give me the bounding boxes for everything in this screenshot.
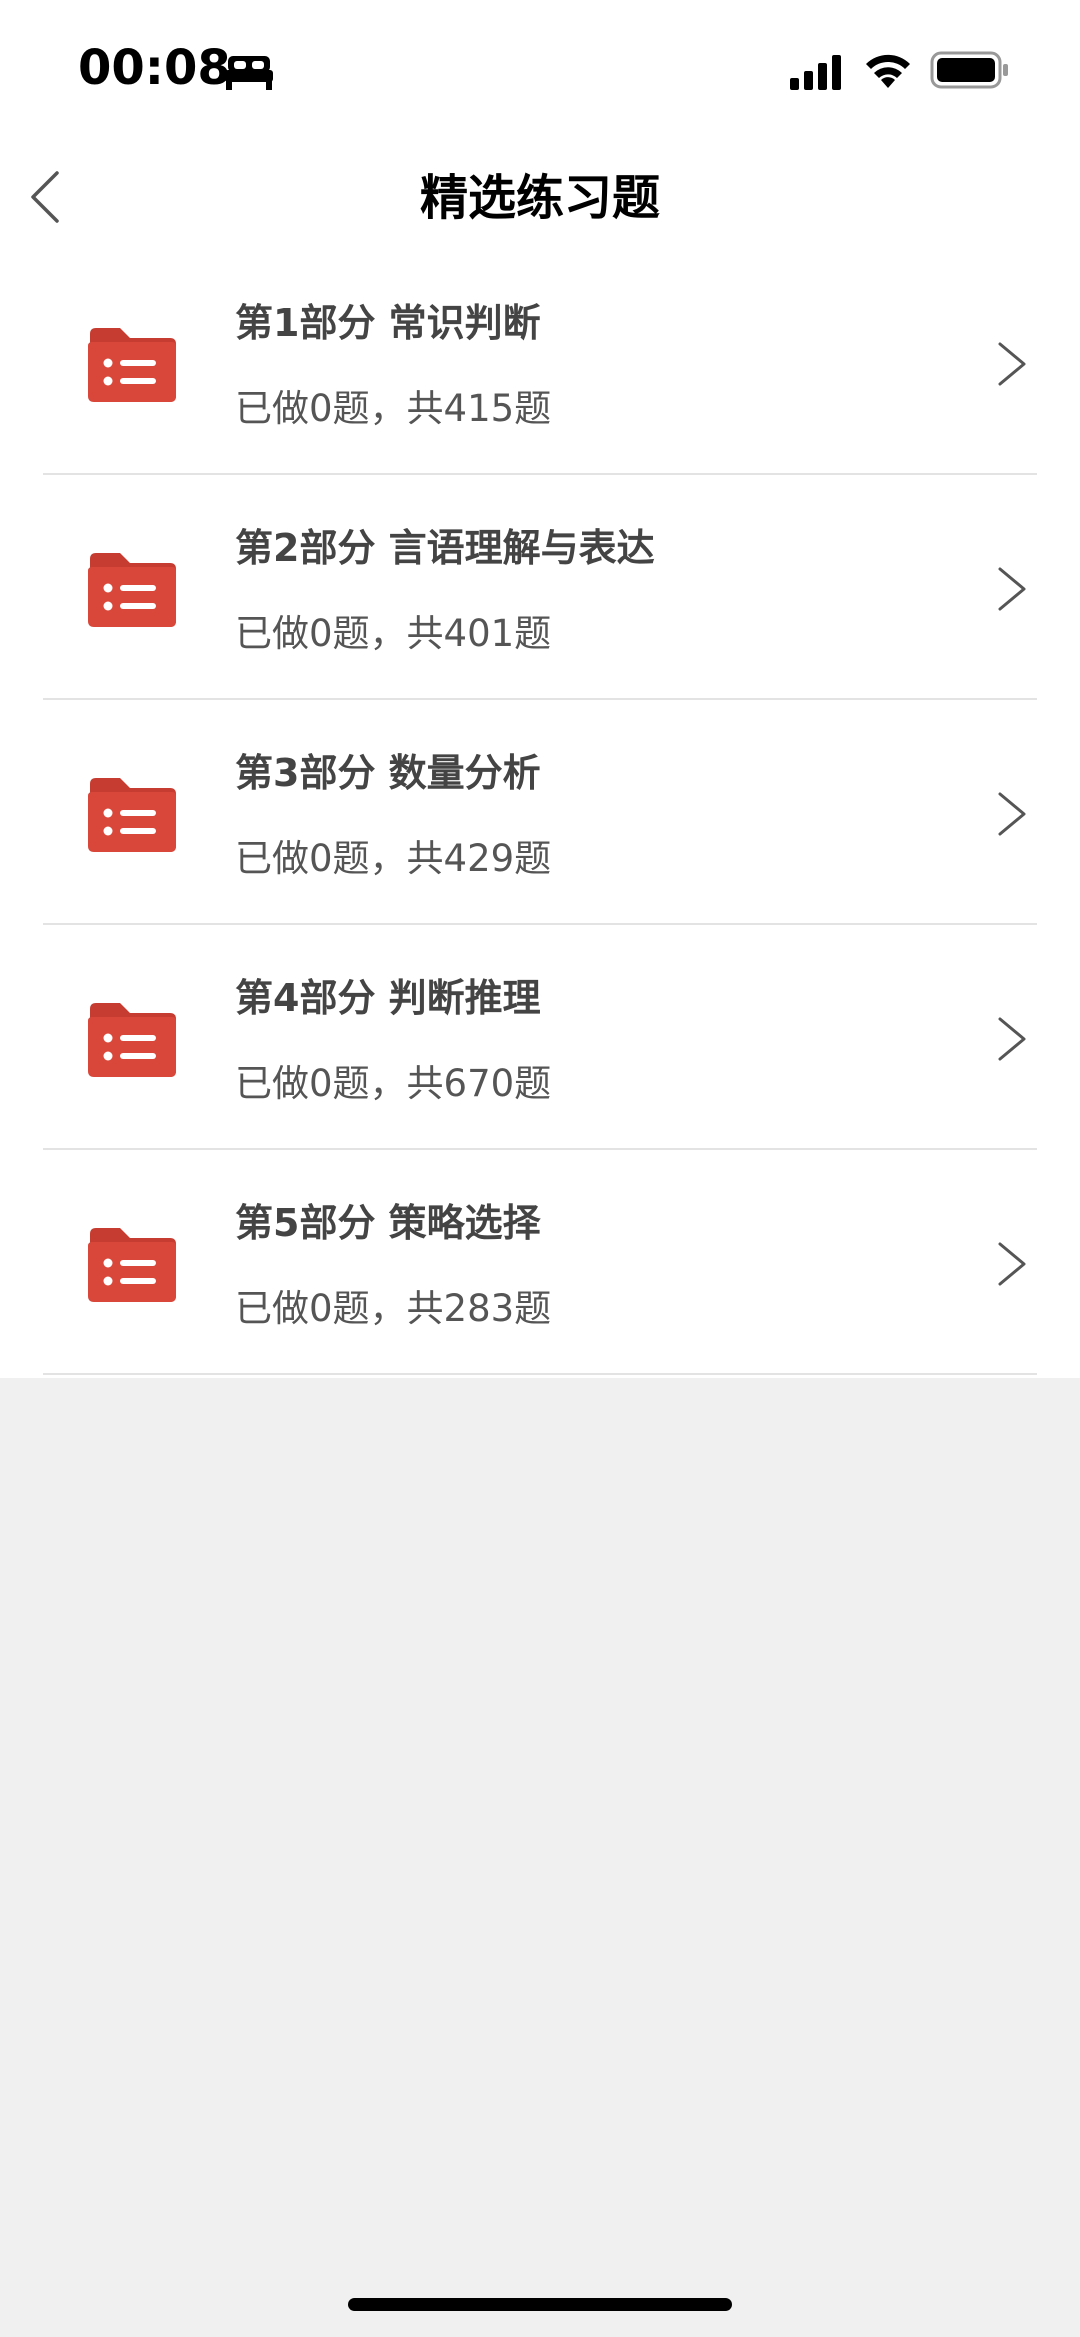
nav-bar: 精选练习题 bbox=[0, 140, 1080, 250]
battery-icon bbox=[930, 51, 1008, 89]
wifi-icon bbox=[866, 54, 910, 88]
chevron-right-icon bbox=[998, 342, 1026, 386]
section-progress: 已做0题，共429题 bbox=[235, 837, 552, 880]
section-progress: 已做0题，共401题 bbox=[235, 612, 552, 655]
list-item-section-4[interactable]: 第4部分 判断推理 已做0题，共670题 bbox=[0, 925, 1080, 1150]
folder-list-icon bbox=[88, 778, 176, 852]
folder-list-icon bbox=[88, 328, 176, 402]
section-title: 第5部分 策略选择 bbox=[235, 1201, 541, 1245]
bed-icon bbox=[225, 56, 273, 90]
folder-list-icon bbox=[88, 1003, 176, 1077]
list-item-section-2[interactable]: 第2部分 言语理解与表达 已做0题，共401题 bbox=[0, 475, 1080, 700]
divider bbox=[43, 1373, 1037, 1375]
list-item-section-5[interactable]: 第5部分 策略选择 已做0题，共283题 bbox=[0, 1150, 1080, 1375]
section-progress: 已做0题，共415题 bbox=[235, 387, 552, 430]
section-title: 第1部分 常识判断 bbox=[235, 301, 541, 345]
status-time: 00:08 bbox=[78, 40, 231, 96]
folder-list-icon bbox=[88, 553, 176, 627]
chevron-right-icon bbox=[998, 792, 1026, 836]
home-indicator[interactable] bbox=[348, 2298, 732, 2311]
section-progress: 已做0题，共670题 bbox=[235, 1062, 552, 1105]
page-title: 精选练习题 bbox=[419, 170, 660, 226]
cellular-signal-icon bbox=[790, 55, 841, 90]
chevron-right-icon bbox=[998, 1242, 1026, 1286]
status-bar: 00:08 bbox=[0, 0, 1080, 140]
chevron-right-icon bbox=[998, 1017, 1026, 1061]
section-title: 第3部分 数量分析 bbox=[235, 751, 541, 795]
folder-list-icon bbox=[88, 1228, 176, 1302]
section-title: 第4部分 判断推理 bbox=[235, 976, 541, 1020]
section-list: 第1部分 常识判断 已做0题，共415题 第2部分 言语理解与表达 已做0题，共… bbox=[0, 250, 1080, 1375]
list-item-section-3[interactable]: 第3部分 数量分析 已做0题，共429题 bbox=[0, 700, 1080, 925]
section-progress: 已做0题，共283题 bbox=[235, 1287, 552, 1330]
chevron-right-icon bbox=[998, 567, 1026, 611]
list-item-section-1[interactable]: 第1部分 常识判断 已做0题，共415题 bbox=[0, 250, 1080, 475]
section-title: 第2部分 言语理解与表达 bbox=[235, 526, 655, 570]
